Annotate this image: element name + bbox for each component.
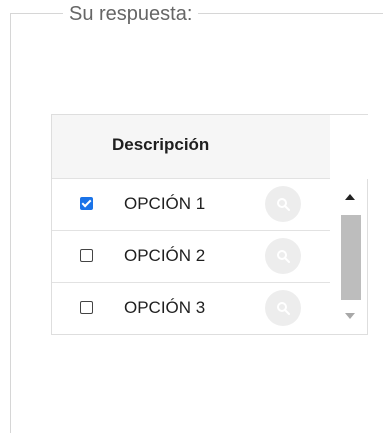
vertical-scrollbar[interactable] (337, 181, 365, 331)
scroll-down-arrow-icon[interactable] (345, 313, 355, 319)
description-column-header: Descripción (112, 135, 210, 154)
option-3-checkbox[interactable] (80, 301, 93, 314)
search-icon (277, 302, 290, 315)
option-2-checkbox[interactable] (80, 249, 93, 262)
table-header: Descripción (52, 115, 330, 179)
option-1-label: OPCIÓN 1 (124, 194, 206, 213)
option-3-search-button[interactable] (265, 290, 301, 326)
search-icon (277, 198, 290, 211)
scroll-up-arrow-icon[interactable] (345, 194, 355, 200)
header-spacer (330, 115, 369, 179)
table-row: OPCIÓN 2 (52, 231, 330, 283)
option-2-search-button[interactable] (265, 238, 301, 274)
options-table: Descripción OPCIÓN 1 OPCIÓN 2 OPCIÓN 3 (51, 114, 369, 335)
option-3-label: OPCIÓN 3 (124, 298, 206, 317)
option-1-search-button[interactable] (265, 186, 301, 222)
fieldset-legend: Su respuesta: (63, 2, 199, 26)
option-2-label: OPCIÓN 2 (124, 246, 206, 265)
scroll-thumb[interactable] (341, 215, 361, 300)
table-body: OPCIÓN 1 OPCIÓN 2 OPCIÓN 3 (52, 179, 330, 335)
option-1-checkbox[interactable] (80, 197, 93, 210)
search-icon (277, 250, 290, 263)
answer-fieldset: Su respuesta: Descripción OPCIÓN 1 OPCIÓ… (10, 2, 383, 433)
table-row: OPCIÓN 1 (52, 179, 330, 231)
table-row: OPCIÓN 3 (52, 283, 330, 335)
